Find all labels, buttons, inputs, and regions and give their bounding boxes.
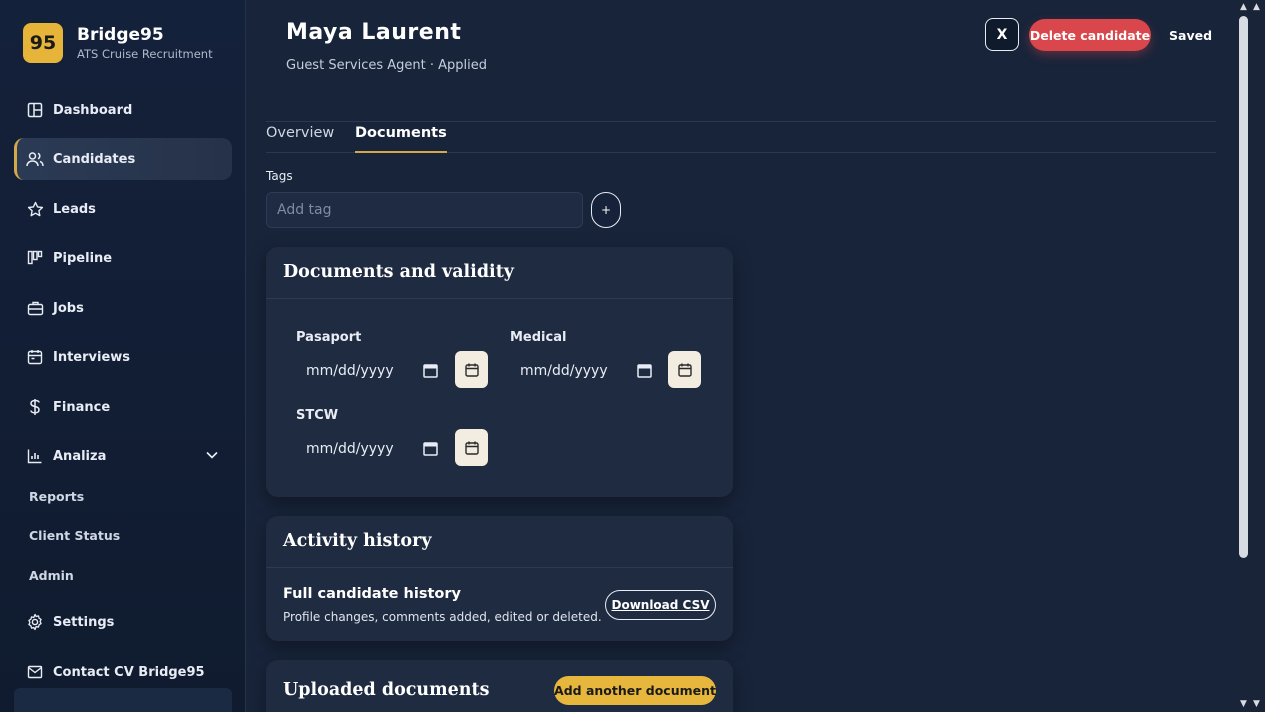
candidate-subtitle: Guest Services Agent · Applied [286, 58, 488, 73]
dashboard-icon [26, 101, 44, 119]
delete-candidate-button[interactable]: Delete candidate [1029, 19, 1151, 51]
calendar-icon [464, 363, 479, 377]
chart-icon [26, 447, 44, 465]
sidebar-item-label: Jobs [53, 300, 84, 316]
calendar-icon [677, 363, 692, 377]
calendar-icon[interactable] [423, 363, 438, 382]
sidebar-item-label: Contact CV Bridge95 [53, 664, 205, 680]
stcw-label: STCW [296, 408, 339, 423]
sidebar-item-candidates[interactable]: Candidates [14, 138, 232, 180]
add-document-button[interactable]: Add another document [554, 676, 716, 705]
medical-date-input[interactable]: mm/dd/yyyy [510, 353, 658, 389]
sidebar-item-interviews[interactable]: Interviews [14, 336, 232, 378]
sidebar-item-label: Dashboard [53, 102, 133, 118]
passport-label: Pasaport [296, 330, 362, 345]
brand-logo: 95 [23, 23, 63, 63]
sidebar-subitem-admin[interactable]: Admin [29, 568, 74, 583]
add-tag-button[interactable]: + [591, 192, 621, 228]
history-subtitle: Full candidate history [283, 586, 461, 602]
sidebar-item-label: Candidates [53, 151, 136, 167]
mail-icon [26, 663, 44, 681]
star-icon [26, 200, 44, 218]
sidebar-subitem-reports[interactable]: Reports [29, 489, 84, 504]
tag-input[interactable] [266, 192, 583, 228]
card-title: Uploaded documents [283, 680, 490, 700]
sidebar-item-label: Finance [53, 399, 111, 415]
sidebar-item-jobs[interactable]: Jobs [14, 287, 232, 329]
card-title: Documents and validity [283, 262, 514, 282]
divider [266, 567, 733, 568]
sidebar-item-label: Analiza [53, 448, 107, 464]
close-button[interactable]: X [985, 18, 1019, 51]
calendar-icon [26, 348, 44, 366]
passport-date-input[interactable]: mm/dd/yyyy [296, 353, 444, 389]
calendar-icon[interactable] [423, 441, 438, 460]
sidebar-item-label: Pipeline [53, 250, 113, 266]
tab-documents[interactable]: Documents [355, 125, 447, 153]
calendar-icon[interactable] [637, 363, 652, 382]
medical-calendar-button[interactable] [668, 351, 701, 388]
sidebar-item-contact[interactable]: Contact CV Bridge95 [14, 651, 232, 693]
stcw-date-input[interactable]: mm/dd/yyyy [296, 431, 444, 467]
gear-icon [26, 613, 44, 631]
stcw-calendar-button[interactable] [455, 429, 488, 466]
save-status: Saved [1169, 28, 1213, 43]
sidebar-item-settings[interactable]: Settings [14, 601, 232, 643]
sidebar-item-leads[interactable]: Leads [14, 188, 232, 230]
activity-history-card: Activity history Full candidate history … [266, 516, 733, 641]
chevron-down-icon[interactable] [206, 448, 218, 463]
scroll-up-icon[interactable]: ▲ [1240, 2, 1247, 12]
scroll-up-icon[interactable]: ▲ [1253, 2, 1260, 12]
candidate-name: Maya Laurent [286, 20, 462, 45]
scrollbar-thumb[interactable] [1239, 16, 1248, 558]
kanban-icon [26, 249, 44, 267]
sidebar-item-dashboard[interactable]: Dashboard [14, 89, 232, 131]
briefcase-icon [26, 299, 44, 317]
sidebar-footer [14, 688, 232, 712]
documents-validity-card: Documents and validity Pasaport mm/dd/yy… [266, 247, 733, 497]
brand[interactable]: 95 Bridge95 ATS Cruise Recruitment [23, 23, 213, 63]
passport-calendar-button[interactable] [455, 351, 488, 388]
dollar-icon [26, 398, 44, 416]
scroll-down-icon[interactable]: ▼ [1240, 699, 1247, 709]
calendar-icon [464, 441, 479, 455]
sidebar-item-finance[interactable]: Finance [14, 386, 232, 428]
tab-bar: Overview Documents [266, 122, 1216, 153]
sidebar: 95 Bridge95 ATS Cruise Recruitment Dashb… [0, 0, 246, 712]
users-icon [26, 150, 44, 168]
sidebar-item-label: Settings [53, 614, 115, 630]
sidebar-item-analiza[interactable]: Analiza [14, 435, 232, 477]
sidebar-item-pipeline[interactable]: Pipeline [14, 237, 232, 279]
sidebar-subitem-client-status[interactable]: Client Status [29, 528, 120, 543]
brand-name: Bridge95 [77, 25, 164, 45]
sidebar-item-label: Interviews [53, 349, 131, 365]
history-description: Profile changes, comments added, edited … [283, 610, 602, 624]
scroll-down-icon[interactable]: ▼ [1253, 699, 1260, 709]
tab-overview[interactable]: Overview [266, 125, 334, 153]
download-csv-button[interactable]: Download CSV [605, 590, 716, 620]
brand-subtitle: ATS Cruise Recruitment [77, 47, 213, 61]
divider [266, 298, 733, 299]
tags-label: Tags [266, 169, 293, 183]
sidebar-item-label: Leads [53, 201, 96, 217]
medical-label: Medical [510, 330, 567, 345]
card-title: Activity history [283, 531, 432, 551]
main-content: Maya Laurent Guest Services Agent · Appl… [266, 0, 1216, 712]
uploaded-documents-card: Uploaded documents Add another document [266, 660, 733, 712]
